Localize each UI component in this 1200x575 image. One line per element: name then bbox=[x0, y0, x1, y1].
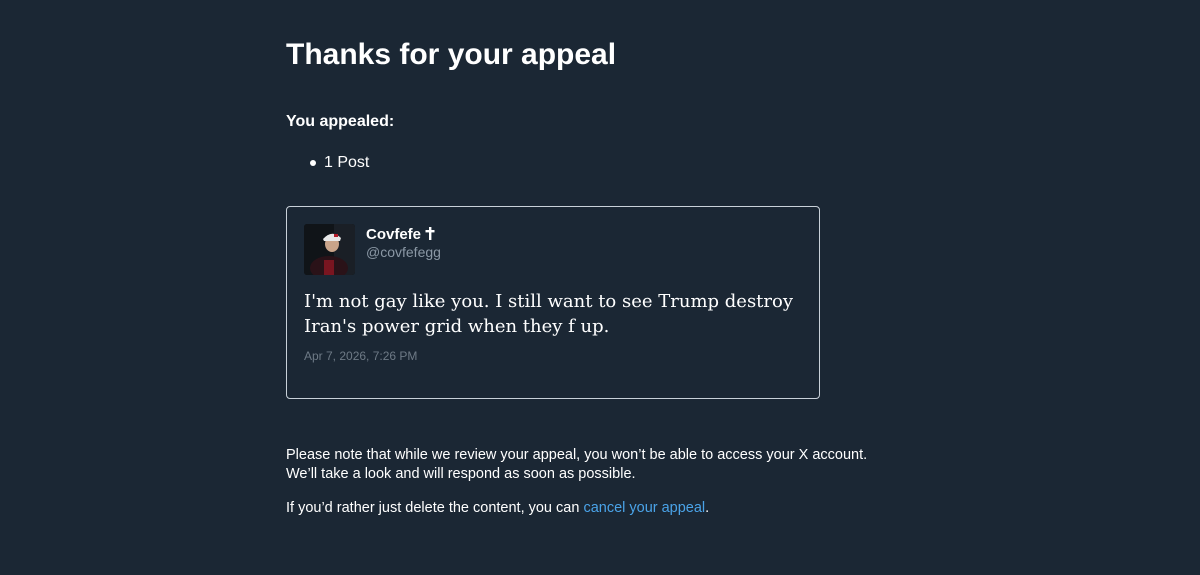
page-title: Thanks for your appeal bbox=[286, 38, 617, 71]
appealed-post-card: Covfefe @covfefegg I'm not gay like you.… bbox=[286, 206, 820, 399]
bullet-icon bbox=[310, 160, 316, 166]
cancel-appeal-link[interactable]: cancel your appeal bbox=[583, 500, 705, 516]
post-text: I'm not gay like you. I still want to se… bbox=[304, 291, 794, 337]
post-author-handle: @covfefegg bbox=[366, 244, 441, 260]
cancel-appeal-suffix: . bbox=[705, 500, 710, 516]
appealed-items-list: 1 Post bbox=[286, 153, 369, 173]
list-item: 1 Post bbox=[286, 153, 369, 173]
review-notice-line-1: Please note that while we review your ap… bbox=[286, 447, 868, 463]
appeal-confirmation-page: Thanks for your appeal You appealed: 1 P… bbox=[0, 0, 1200, 575]
cancel-appeal-notice: If you’d rather just delete the content,… bbox=[286, 499, 709, 518]
appealed-label: You appealed: bbox=[286, 113, 395, 130]
cancel-appeal-prefix: If you’d rather just delete the content,… bbox=[286, 500, 584, 516]
post-timestamp: Apr 7, 2026, 7:26 PM bbox=[304, 349, 418, 363]
appealed-item-label: 1 Post bbox=[324, 154, 370, 171]
review-notice-line-2: We’ll take a look and will respond as so… bbox=[286, 466, 636, 482]
review-notice: Please note that while we review your ap… bbox=[286, 446, 926, 484]
avatar bbox=[304, 224, 355, 275]
author-name-text: Covfefe bbox=[366, 226, 422, 243]
avatar-image bbox=[304, 224, 355, 275]
